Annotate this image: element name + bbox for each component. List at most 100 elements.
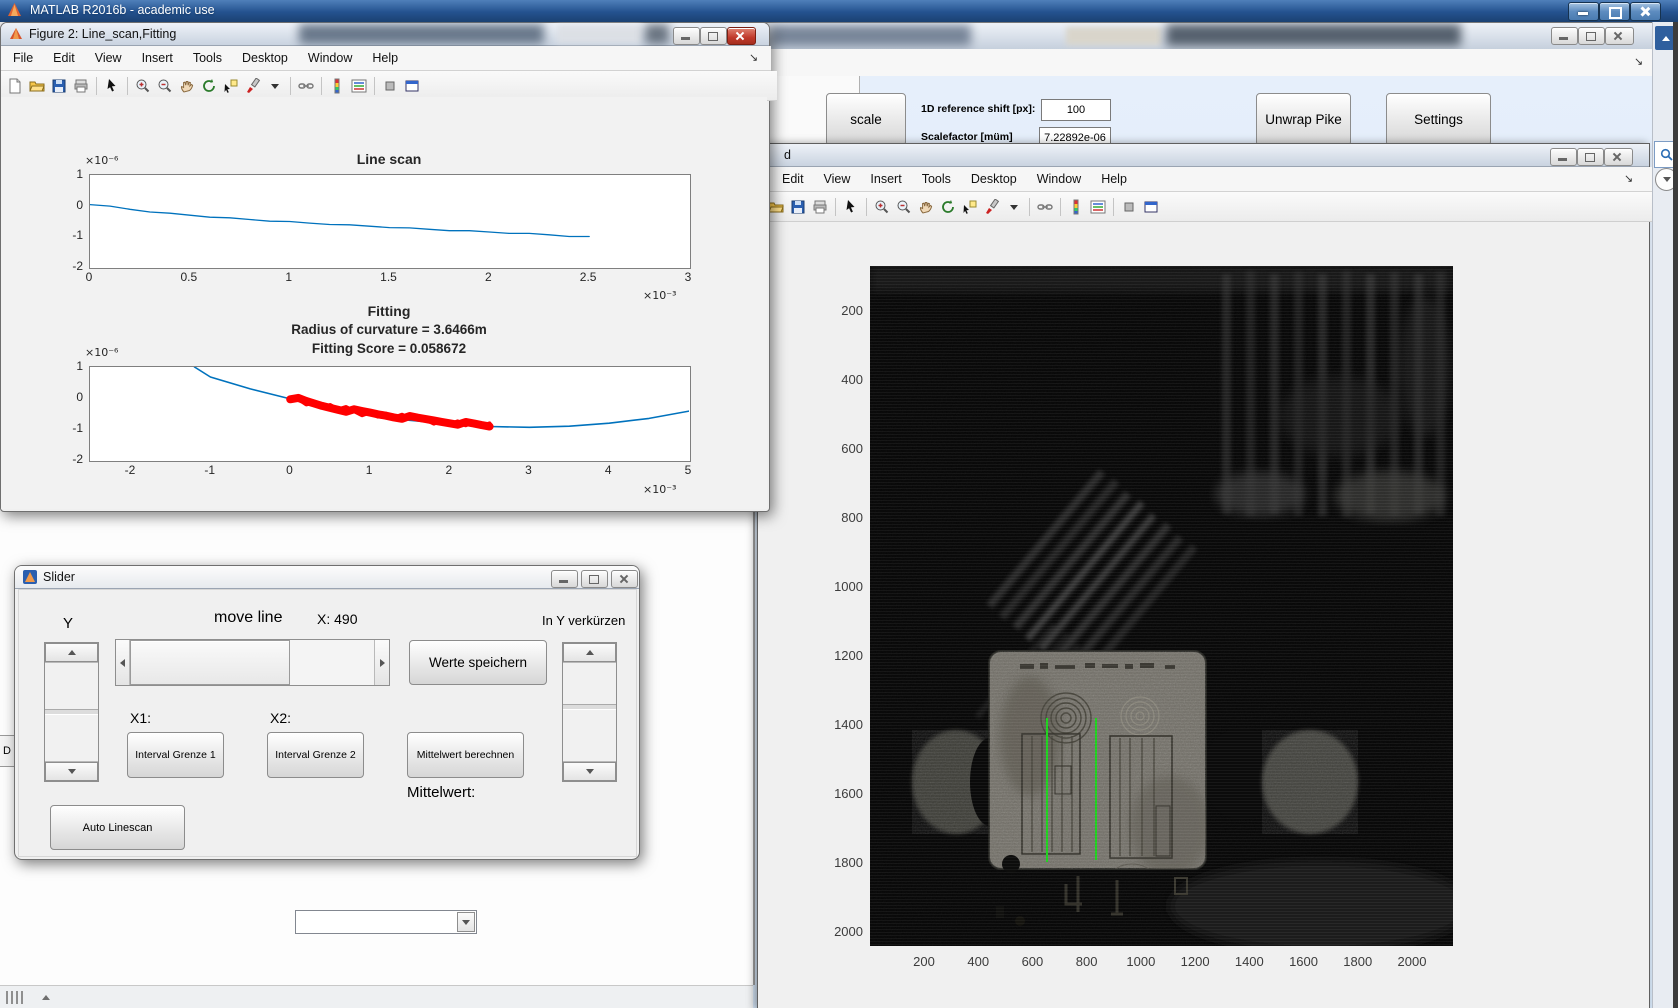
brush-icon[interactable]: [982, 197, 1002, 217]
minimize-button[interactable]: [1568, 2, 1599, 21]
caret-down-icon[interactable]: [265, 76, 285, 96]
linescan-axes[interactable]: [89, 174, 691, 269]
data-cursor-icon[interactable]: [960, 197, 980, 217]
slider-track[interactable]: [563, 710, 616, 762]
interval-grenze2-button[interactable]: Interval Grenze 2: [267, 732, 364, 778]
menu-item-window[interactable]: Window: [1027, 169, 1091, 189]
close-button[interactable]: [1605, 27, 1634, 45]
minimize-button[interactable]: [673, 27, 700, 45]
minimize-button[interactable]: [1550, 148, 1577, 166]
dock-small-icon[interactable]: [380, 76, 400, 96]
docked-tab-d[interactable]: D: [0, 735, 15, 767]
slider-up-button[interactable]: [45, 643, 98, 662]
dock-figure-icon[interactable]: [1141, 197, 1161, 217]
slider-track[interactable]: [45, 662, 98, 709]
camera-image[interactable]: [870, 266, 1453, 946]
collapse-arrow-icon[interactable]: ↘: [1634, 55, 1643, 68]
unwrap-pike-button[interactable]: Unwrap Pike: [1256, 93, 1351, 146]
zoom-in-icon[interactable]: [872, 197, 892, 217]
close-button[interactable]: [727, 27, 756, 45]
menu-item-tools[interactable]: Tools: [183, 48, 232, 68]
arrow-cursor-icon[interactable]: [841, 197, 861, 217]
open-folder-icon[interactable]: [27, 76, 47, 96]
zoom-in-icon[interactable]: [133, 76, 153, 96]
slider-right-button[interactable]: [374, 640, 389, 685]
werte-speichern-button[interactable]: Werte speichern: [409, 640, 547, 685]
menu-item-window[interactable]: Window: [298, 48, 362, 68]
brush-icon[interactable]: [243, 76, 263, 96]
caret-down-icon[interactable]: [1004, 197, 1024, 217]
menu-item-view[interactable]: View: [85, 48, 132, 68]
panel-expand-icon[interactable]: [42, 995, 50, 1000]
dropdown-arrow-button[interactable]: [457, 912, 475, 932]
slider-down-button[interactable]: [45, 762, 98, 781]
menu-item-help[interactable]: Help: [1091, 169, 1137, 189]
fitting-axes[interactable]: [89, 366, 691, 462]
slider-track[interactable]: [45, 715, 98, 762]
settings-button[interactable]: Settings: [1386, 93, 1491, 146]
collapse-arrow-icon[interactable]: ↘: [1624, 172, 1633, 185]
menu-item-file[interactable]: File: [3, 48, 43, 68]
y-slider-right[interactable]: [562, 642, 617, 782]
auto-linescan-button[interactable]: Auto Linescan: [50, 805, 185, 850]
close-button[interactable]: [611, 570, 638, 588]
zoom-out-icon[interactable]: [155, 76, 175, 96]
mittelwert-berechnen-button[interactable]: Mittelwert berechnen: [407, 732, 524, 778]
new-doc-icon[interactable]: [5, 76, 25, 96]
arrow-cursor-icon[interactable]: [102, 76, 122, 96]
menu-item-help[interactable]: Help: [362, 48, 408, 68]
slider-track[interactable]: [563, 662, 616, 704]
link-plots-icon[interactable]: [1035, 197, 1055, 217]
menu-item-edit[interactable]: Edit: [772, 169, 814, 189]
restore-button[interactable]: [1577, 148, 1604, 166]
dock-small-icon[interactable]: [1119, 197, 1139, 217]
slider-up-button[interactable]: [563, 643, 616, 662]
slider-thumb[interactable]: [130, 640, 290, 685]
drag-grip-icon[interactable]: [6, 991, 23, 1004]
dock-figure-icon[interactable]: [402, 76, 422, 96]
restore-button[interactable]: [1578, 27, 1605, 45]
matlab-main-titlebar[interactable]: MATLAB R2016b - academic use: [0, 0, 1678, 22]
menu-item-edit[interactable]: Edit: [43, 48, 85, 68]
collapse-arrow-icon[interactable]: ↘: [749, 51, 758, 64]
figure2-titlebar[interactable]: Figure 2: Line_scan,Fitting: [1, 23, 769, 46]
print-icon[interactable]: [810, 197, 830, 217]
save-icon[interactable]: [788, 197, 808, 217]
minimize-button[interactable]: [551, 570, 578, 588]
data-cursor-icon[interactable]: [221, 76, 241, 96]
slider-left-button[interactable]: [116, 640, 130, 685]
menu-item-desktop[interactable]: Desktop: [232, 48, 298, 68]
restore-button[interactable]: [700, 27, 727, 45]
restore-button[interactable]: [581, 570, 608, 588]
insert-legend-icon[interactable]: [349, 76, 369, 96]
rotate-3d-icon[interactable]: [938, 197, 958, 217]
zoom-out-icon[interactable]: [894, 197, 914, 217]
link-plots-icon[interactable]: [296, 76, 316, 96]
rotate-3d-icon[interactable]: [199, 76, 219, 96]
slider-titlebar[interactable]: Slider: [15, 566, 639, 589]
close-button[interactable]: [1630, 2, 1661, 21]
menu-item-insert[interactable]: Insert: [860, 169, 911, 189]
insert-colorbar-icon[interactable]: [327, 76, 347, 96]
move-line-slider[interactable]: [115, 639, 390, 686]
insert-legend-icon[interactable]: [1088, 197, 1108, 217]
print-icon[interactable]: [71, 76, 91, 96]
pan-hand-icon[interactable]: [177, 76, 197, 96]
figure-right-titlebar[interactable]: d: [758, 144, 1649, 167]
gui-titlebar[interactable]: [646, 23, 1653, 50]
y-slider-left[interactable]: [44, 642, 99, 782]
interval-grenze1-button[interactable]: Interval Grenze 1: [127, 732, 224, 778]
slider-down-button[interactable]: [563, 762, 616, 781]
save-icon[interactable]: [49, 76, 69, 96]
menu-item-insert[interactable]: Insert: [132, 48, 183, 68]
dropdown-combobox[interactable]: [295, 910, 477, 934]
pan-hand-icon[interactable]: [916, 197, 936, 217]
menu-item-tools[interactable]: Tools: [912, 169, 961, 189]
menu-item-desktop[interactable]: Desktop: [961, 169, 1027, 189]
close-button[interactable]: [1604, 148, 1633, 166]
restore-button[interactable]: [1599, 2, 1630, 21]
insert-colorbar-icon[interactable]: [1066, 197, 1086, 217]
ref-shift-input[interactable]: 100: [1041, 99, 1111, 121]
menu-item-view[interactable]: View: [814, 169, 861, 189]
scale-button[interactable]: scale: [826, 93, 906, 146]
